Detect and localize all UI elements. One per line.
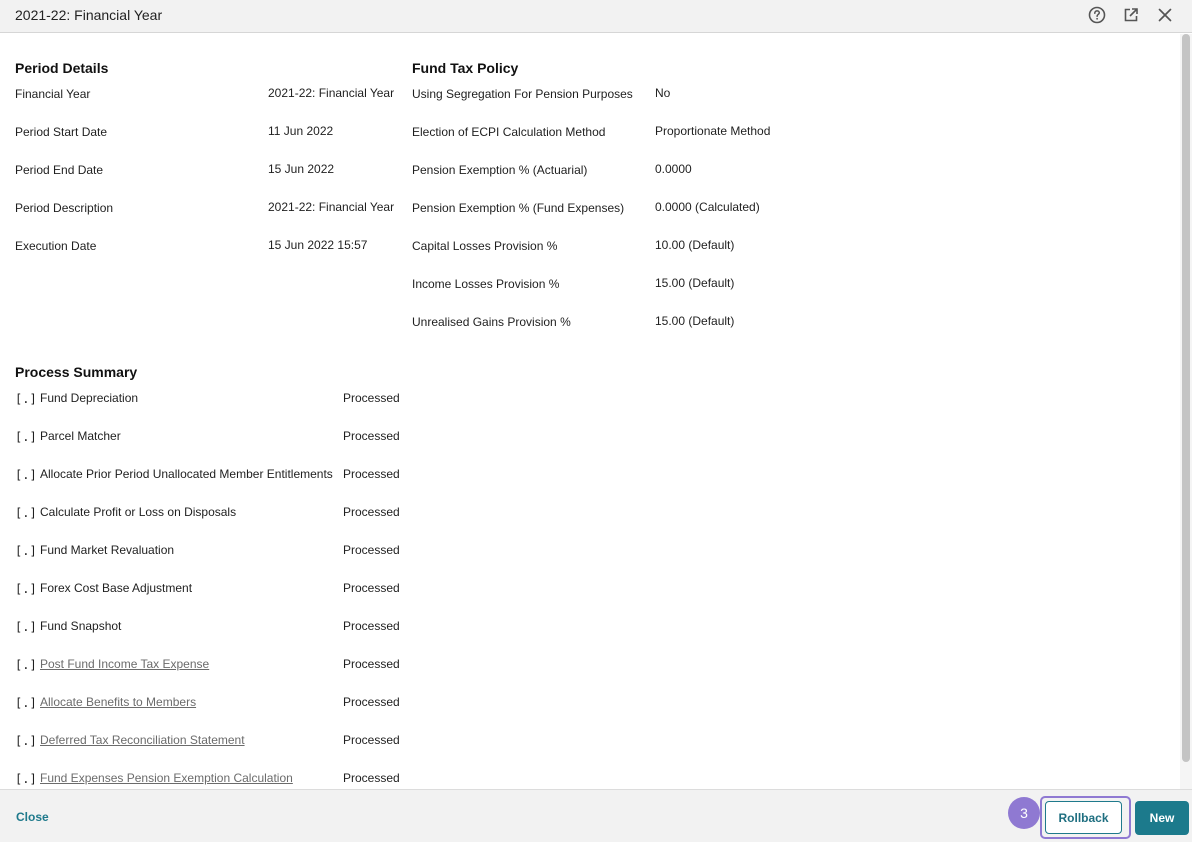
tax-policy-value: No [655, 86, 671, 100]
process-row: [.] Fund Expenses Pension Exemption Calc… [15, 771, 405, 789]
process-link[interactable]: Allocate Benefits to Members [40, 695, 196, 709]
process-status: Processed [343, 391, 400, 405]
process-status-mark: [.] [15, 582, 37, 596]
process-name: Fund Snapshot [40, 619, 122, 633]
new-button[interactable]: New [1135, 801, 1189, 835]
period-detail-label: Period End Date [15, 163, 104, 177]
process-link[interactable]: Deferred Tax Reconciliation Statement [40, 733, 245, 747]
process-row: [.] Parcel Matcher Processed [15, 429, 405, 449]
process-status: Processed [343, 733, 400, 747]
tax-policy-label: Unrealised Gains Provision % [412, 315, 571, 329]
process-row: [.] Fund Snapshot Processed [15, 619, 405, 639]
process-status-mark: [.] [15, 506, 37, 520]
tax-policy-label: Income Losses Provision % [412, 277, 560, 291]
tax-policy-label: Using Segregation For Pension Purposes [412, 87, 633, 101]
process-name: Parcel Matcher [40, 429, 121, 443]
process-status: Processed [343, 581, 400, 595]
tax-policy-label: Election of ECPI Calculation Method [412, 125, 606, 139]
process-name: Calculate Profit or Loss on Disposals [40, 505, 237, 519]
period-detail-value: 15 Jun 2022 15:57 [268, 238, 368, 252]
tax-policy-label: Capital Losses Provision % [412, 239, 558, 253]
period-detail-label: Execution Date [15, 239, 97, 253]
tax-policy-value: 10.00 (Default) [655, 238, 735, 252]
period-details-heading: Period Details [15, 60, 109, 76]
period-detail-label: Period Description [15, 201, 114, 215]
process-status-mark: [.] [15, 734, 37, 748]
tax-policy-value: 0.0000 [655, 162, 692, 176]
process-row: [.] Forex Cost Base Adjustment Processed [15, 581, 405, 601]
dialog-footer: Close 3 Rollback New [0, 789, 1192, 842]
process-status: Processed [343, 657, 400, 671]
process-status-mark: [.] [15, 772, 37, 786]
tax-policy-label: Pension Exemption % (Fund Expenses) [412, 201, 625, 215]
tax-policy-value: 15.00 (Default) [655, 276, 735, 290]
fund-tax-policy-heading: Fund Tax Policy [412, 60, 519, 76]
period-detail-label: Period Start Date [15, 125, 108, 139]
tax-policy-value: Proportionate Method [655, 124, 771, 138]
process-row: [.] Post Fund Income Tax Expense Process… [15, 657, 405, 677]
process-status: Processed [343, 467, 400, 481]
process-status-mark: [.] [15, 430, 37, 444]
process-status: Processed [343, 543, 400, 557]
process-status: Processed [343, 771, 400, 785]
vertical-scrollbar[interactable] [1180, 34, 1192, 789]
scrollbar-thumb[interactable] [1182, 34, 1190, 762]
process-status-mark: [.] [15, 696, 37, 710]
rollback-button[interactable]: Rollback [1045, 801, 1122, 834]
period-detail-value: 2021-22: Financial Year [268, 200, 395, 214]
process-status-mark: [.] [15, 392, 37, 406]
process-name: Fund Market Revaluation [40, 543, 175, 557]
step-badge: 3 [1008, 797, 1040, 829]
close-icon[interactable] [1155, 5, 1175, 25]
process-status: Processed [343, 695, 400, 709]
process-name: Forex Cost Base Adjustment [40, 581, 193, 595]
process-status: Processed [343, 429, 400, 443]
period-detail-value: 11 Jun 2022 [268, 124, 334, 138]
help-icon[interactable] [1087, 5, 1107, 25]
process-summary-heading: Process Summary [15, 364, 138, 380]
process-row: [.] Allocate Benefits to Members Process… [15, 695, 405, 715]
dialog-titlebar: 2021-22: Financial Year [0, 0, 1192, 33]
process-status-mark: [.] [15, 544, 37, 558]
external-link-icon[interactable] [1121, 5, 1141, 25]
process-name: Allocate Prior Period Unallocated Member… [40, 467, 333, 481]
process-status-mark: [.] [15, 620, 37, 634]
period-detail-value: 2021-22: Financial Year [268, 86, 395, 100]
process-row: [.] Fund Depreciation Processed [15, 391, 405, 411]
process-link[interactable]: Post Fund Income Tax Expense [40, 657, 209, 671]
process-status: Processed [343, 619, 400, 633]
dialog-title: 2021-22: Financial Year [15, 7, 163, 23]
tax-policy-label: Pension Exemption % (Actuarial) [412, 163, 588, 177]
process-status: Processed [343, 505, 400, 519]
period-detail-value: 15 Jun 2022 [268, 162, 335, 176]
period-detail-label: Financial Year [15, 87, 91, 101]
tax-policy-value: 0.0000 (Calculated) [655, 200, 760, 214]
process-link[interactable]: Fund Expenses Pension Exemption Calculat… [40, 771, 293, 785]
process-row: [.] Calculate Profit or Loss on Disposal… [15, 505, 405, 525]
process-row: [.] Fund Market Revaluation Processed [15, 543, 405, 563]
process-name: Fund Depreciation [40, 391, 139, 405]
process-status-mark: [.] [15, 658, 37, 672]
process-row: [.] Deferred Tax Reconciliation Statemen… [15, 733, 405, 753]
process-row: [.] Allocate Prior Period Unallocated Me… [15, 467, 405, 487]
process-status-mark: [.] [15, 468, 37, 482]
tax-policy-value: 15.00 (Default) [655, 314, 735, 328]
close-button[interactable]: Close [16, 810, 49, 824]
dialog-content: Period Details Financial Year 2021-22: F… [0, 34, 1192, 789]
